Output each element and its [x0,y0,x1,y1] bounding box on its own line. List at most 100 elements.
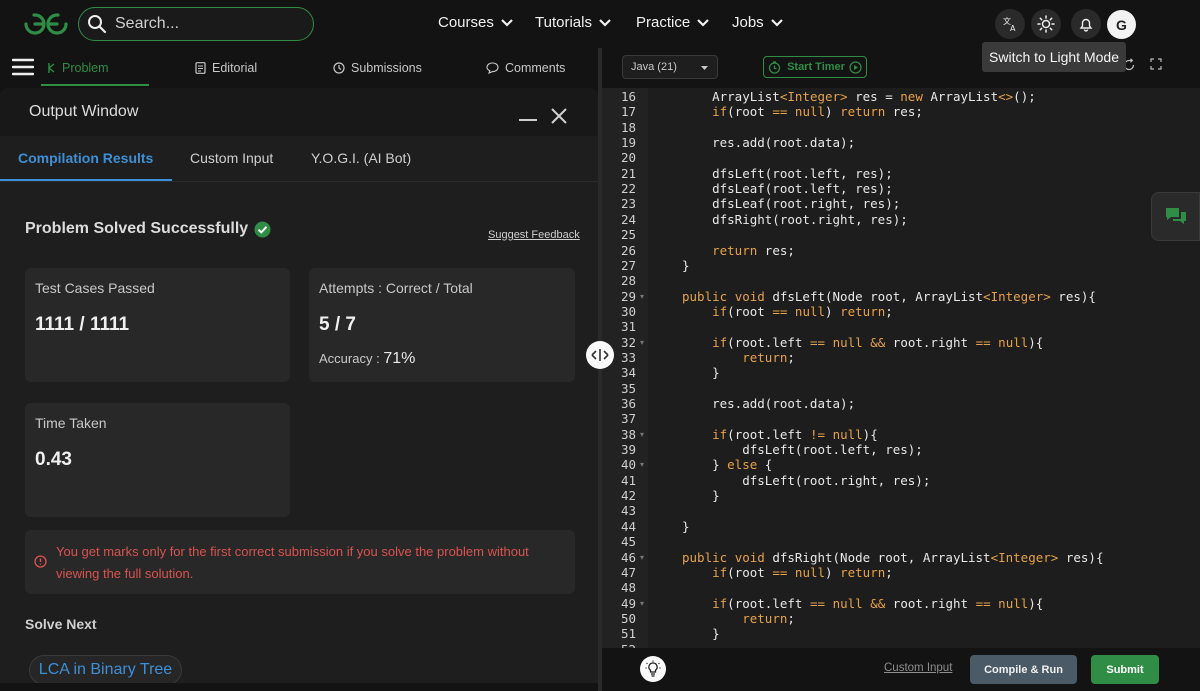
solve-next-problem-link[interactable]: LCA in Binary Tree [29,655,182,683]
output-window: Output Window Compilation Results Custom… [0,88,598,683]
tab-editorial[interactable]: Editorial [195,61,257,75]
line-number: 42 [620,488,636,504]
translate-icon: 文A [1003,16,1016,32]
fullscreen-icon[interactable] [1150,58,1162,70]
test-cases-card: Test Cases Passed 1111 / 1111 [25,268,290,382]
code-editor[interactable]: 16 ArrayList<Integer> res = new ArrayLis… [602,88,1200,648]
subtab-compilation-results[interactable]: Compilation Results [18,150,153,166]
code-line: res.add(root.data); [682,396,856,411]
line-number: 34 [620,365,636,381]
code-line: public void dfsLeft(Node root, ArrayList… [682,288,1096,304]
nav-jobs[interactable]: Jobs [732,14,783,31]
minimize-icon[interactable] [519,119,537,121]
chat-icon [1165,207,1186,224]
nav-practice[interactable]: Practice [636,14,709,31]
code-line: dfsLeft(root.left, res); [682,165,893,181]
code-line: } [682,626,720,642]
warning-text: You get marks only for the first correct… [56,544,529,581]
chat-button[interactable] [1151,192,1200,241]
line-number: 39 [620,442,636,458]
fold-toggle-icon[interactable]: ▾ [640,460,644,469]
chevron-down-icon [501,18,513,27]
compile-run-button[interactable]: Compile & Run [970,655,1077,684]
output-window-header: Output Window [0,88,598,136]
timer-label: Start Timer [787,61,845,73]
avatar[interactable]: G [1107,10,1136,39]
output-subtabs: Compilation Results Custom Input Y.O.G.I… [0,136,598,182]
theme-toggle-button[interactable] [1031,9,1061,39]
code-line: } [682,488,720,504]
line-number: 18 [620,119,636,135]
fold-toggle-icon[interactable]: ▾ [640,430,644,439]
fold-toggle-icon[interactable]: ▾ [640,553,644,562]
time-taken-label: Time Taken [35,415,107,431]
line-number: 47 [620,564,636,580]
code-line: if(root == null) return res; [712,104,923,120]
line-number: 21 [620,165,636,181]
custom-input-link[interactable]: Custom Input [884,662,952,674]
line-number: 43 [620,503,636,519]
time-taken-card: Time Taken 0.43 [25,403,290,517]
code-line: dfsRight(root.right, res); [682,211,908,227]
language-select[interactable]: Java (21) [622,55,718,79]
nav-tutorials[interactable]: Tutorials [535,14,611,31]
tab-label: Comments [505,61,566,75]
tab-comments[interactable]: Comments [486,61,565,75]
close-icon[interactable] [550,107,568,125]
fold-toggle-icon[interactable]: ▾ [640,292,644,301]
fold-toggle-icon[interactable]: ▾ [640,599,644,608]
subtab-custom-input[interactable]: Custom Input [190,150,273,166]
tab-submissions[interactable]: Submissions [333,61,422,75]
line-number: 30 [620,303,636,319]
resize-icon [591,349,609,361]
marks-warning: You get marks only for the first correct… [25,530,575,594]
fold-toggle-icon[interactable]: ▾ [640,338,644,347]
resize-handle[interactable] [586,341,614,369]
output-window-title: Output Window [29,103,139,120]
result-status: Problem Solved Successfully [25,220,271,238]
lightbulb-icon [645,660,661,677]
language-value: Java (21) [631,61,677,73]
tab-label: Editorial [212,61,258,75]
nav-label: Practice [636,14,691,31]
gfg-logo[interactable] [22,10,70,38]
attempts-value: 5 / 7 [319,314,356,335]
code-line: return; [742,610,795,626]
line-number: 49 [620,595,636,611]
line-number: 19 [620,135,636,151]
code-line: return res; [712,242,795,258]
tab-label: Problem [62,61,109,75]
submit-button[interactable]: Submit [1091,655,1159,684]
subtab-yogi-ai-bot[interactable]: Y.O.G.I. (AI Bot) [311,150,411,166]
search-bar[interactable] [78,7,314,41]
problem-icon [48,63,55,73]
translate-button[interactable]: 文A [995,9,1025,39]
chevron-down-icon [770,18,783,27]
check-circle-icon [254,221,271,237]
code-line: dfsLeft(root.left, res); [682,442,923,458]
editor-actions [1122,58,1162,72]
test-cases-label: Test Cases Passed [35,280,155,296]
notifications-button[interactable] [1071,9,1101,39]
hint-button[interactable] [640,656,666,682]
nav-courses[interactable]: Courses [438,14,513,31]
top-navbar: Courses Tutorials Practice Jobs 文A G [0,0,1200,48]
line-number: 50 [620,610,636,626]
menu-icon[interactable] [12,58,34,76]
line-number: 16 [620,89,636,104]
code-line: if(root == null) return; [712,303,893,319]
suggest-feedback-link[interactable]: Suggest Feedback [488,229,580,241]
code-line: dfsLeft(root.right, res); [682,472,931,488]
tab-problem[interactable]: Problem [48,61,109,75]
code-line: } [682,365,720,381]
problem-tabs: Problem Editorial Submissions Comments [0,48,598,88]
code-line: dfsLeaf(root.left, res); [682,181,893,197]
start-timer-button[interactable]: Start Timer [763,56,867,78]
code-line: if(root == null) return; [712,564,893,580]
attempts-label: Attempts : Correct / Total [319,280,473,296]
search-input[interactable] [115,14,305,34]
time-taken-value: 0.43 [35,449,72,470]
line-number: 40 [620,457,636,473]
line-number: 25 [620,227,636,243]
play-icon [849,60,862,74]
